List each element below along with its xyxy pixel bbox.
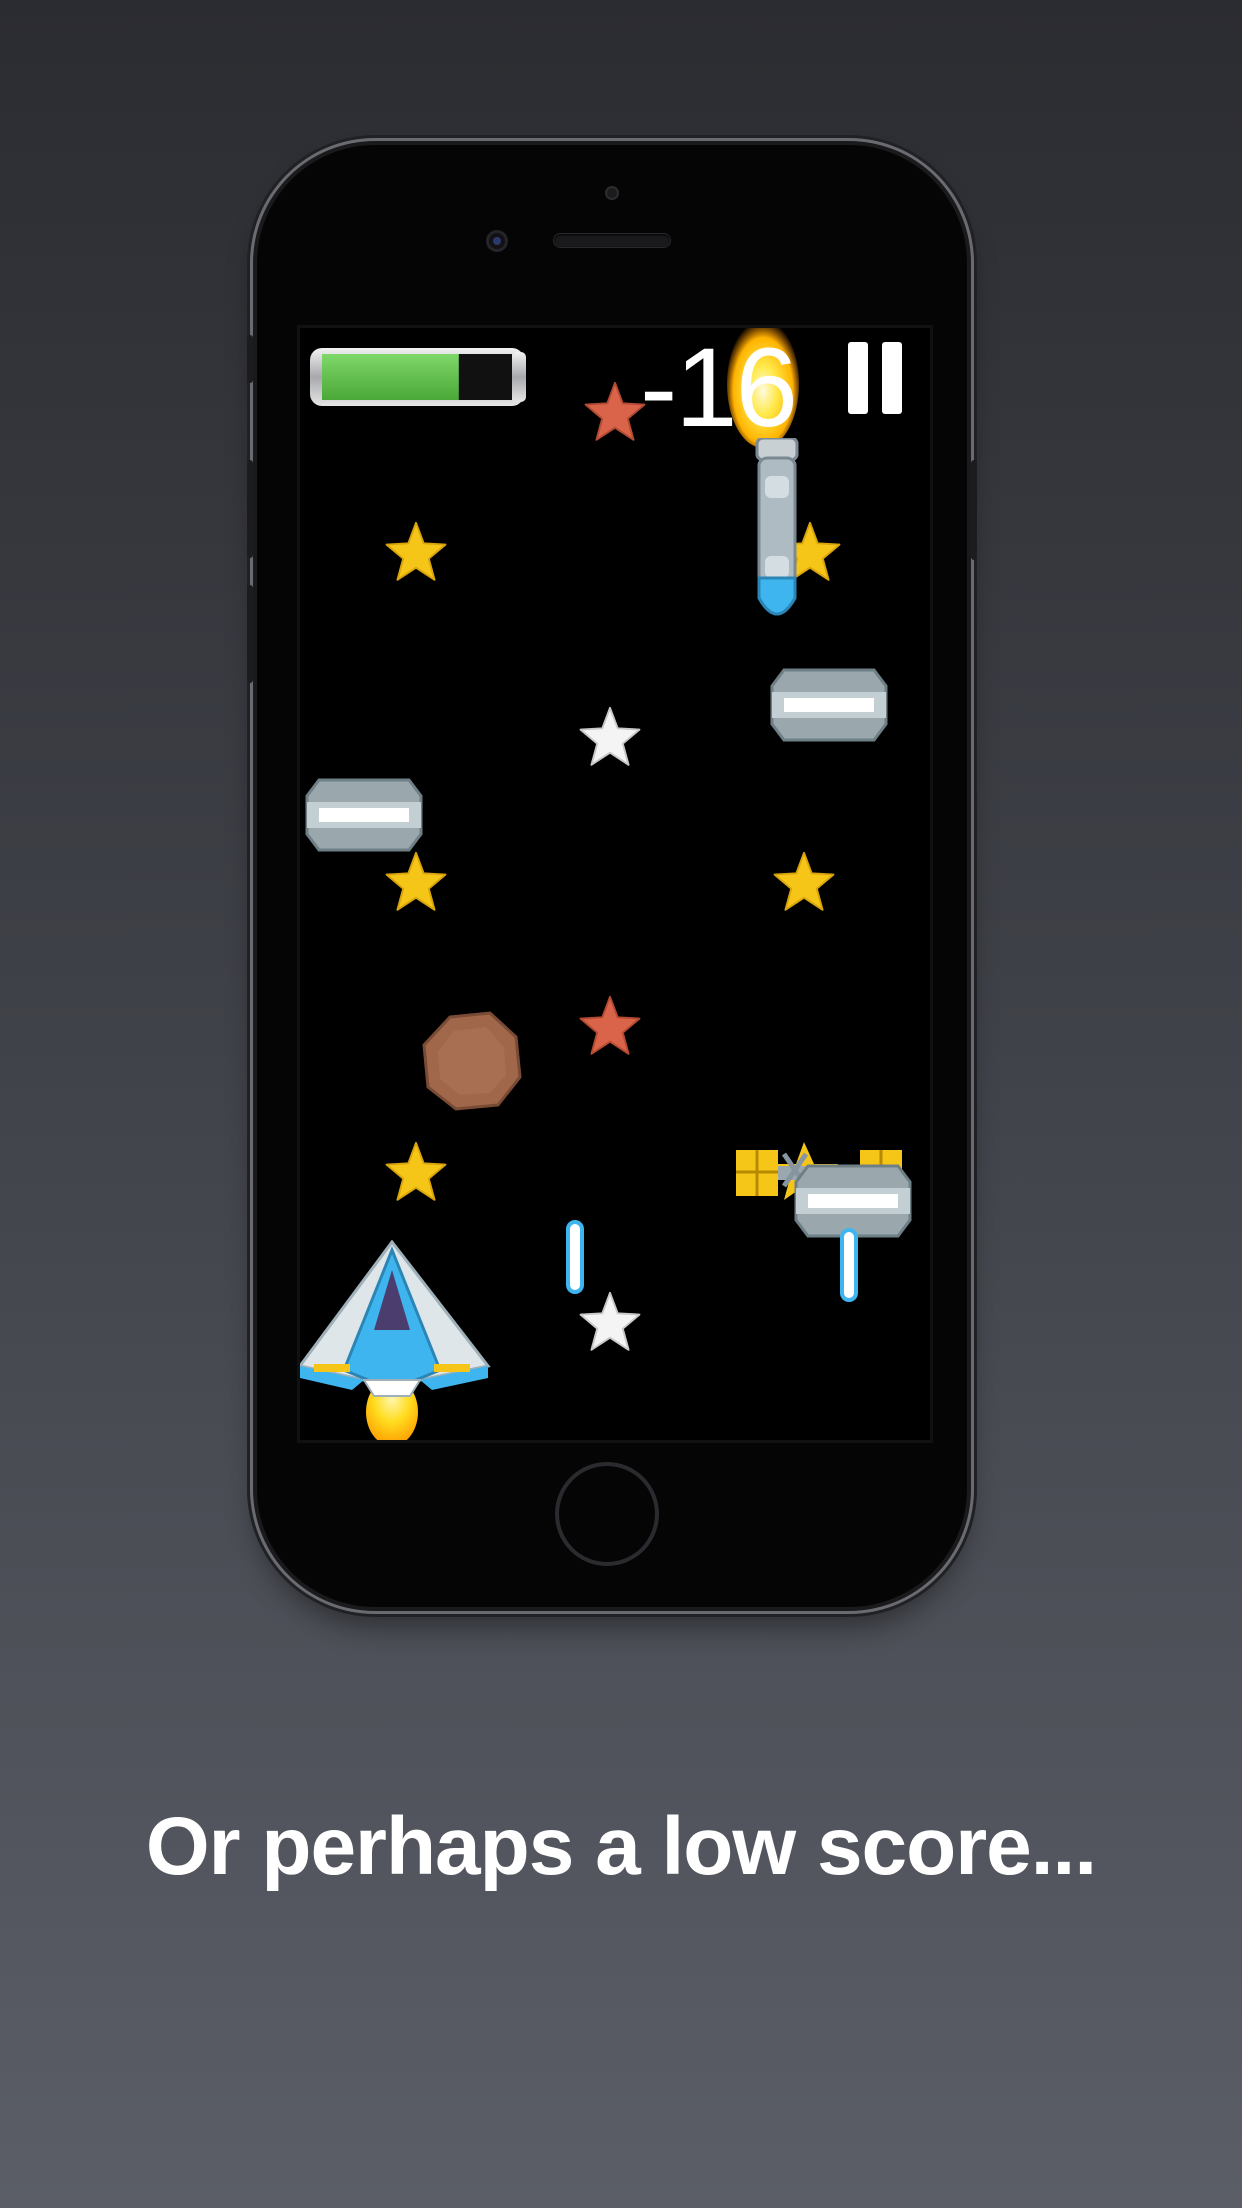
- proximity-sensor: [605, 186, 619, 200]
- pause-button[interactable]: [848, 342, 904, 414]
- earpiece-speaker: [554, 234, 670, 247]
- score-display: -16: [640, 325, 798, 450]
- enemy-laser: [840, 1228, 858, 1302]
- mute-switch: [247, 335, 253, 383]
- home-button[interactable]: [555, 1462, 659, 1566]
- white-star: [579, 1291, 641, 1351]
- volume-up-button: [247, 460, 253, 558]
- phone-frame: -16: [247, 145, 977, 1607]
- power-button: [971, 460, 977, 560]
- enemy-missile-front: [755, 438, 799, 616]
- enemy-drone: [770, 668, 888, 742]
- gold-star: [385, 521, 447, 581]
- player-laser: [566, 1220, 584, 1294]
- enemy-drone: [305, 778, 423, 852]
- red-star: [584, 381, 646, 441]
- volume-down-button: [247, 585, 253, 683]
- health-fill: [322, 354, 459, 400]
- front-camera-icon: [486, 230, 508, 252]
- pause-icon: [848, 342, 868, 414]
- gold-star: [385, 1141, 447, 1201]
- red-star: [579, 995, 641, 1055]
- asteroid: [422, 1011, 522, 1111]
- gold-star: [385, 851, 447, 911]
- health-bar: [308, 344, 530, 408]
- player-spaceship[interactable]: [300, 1240, 492, 1440]
- gold-star: [773, 851, 835, 911]
- caption-text: Or perhaps a low score...: [145, 1801, 1097, 1892]
- game-screen[interactable]: -16: [297, 325, 933, 1443]
- white-star: [579, 706, 641, 766]
